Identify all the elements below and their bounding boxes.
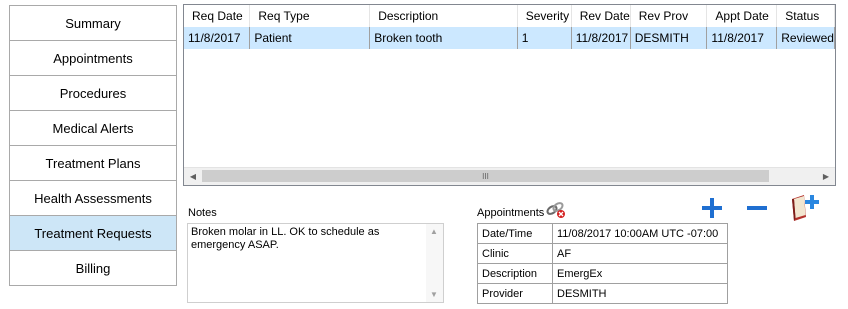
treatment-requests-grid[interactable]: Req Date Req Type Description Severity R… [183, 4, 836, 186]
appointment-row-clinic: Clinic AF [477, 243, 728, 264]
column-header-status[interactable]: Status [776, 5, 835, 27]
nav-item-billing[interactable]: Billing [9, 250, 177, 286]
scroll-down-icon[interactable]: ▼ [430, 290, 438, 299]
cell-appt-date: 11/8/2017 [706, 27, 778, 49]
notes-label: Notes [188, 207, 217, 219]
nav-item-treatment-requests[interactable]: Treatment Requests [9, 215, 177, 251]
column-header-rev-date[interactable]: Rev Date [571, 5, 631, 27]
scrollbar-grip: III [482, 171, 489, 181]
cell-rev-prov: DESMITH [630, 27, 708, 49]
add-request-button[interactable] [700, 196, 724, 220]
nav-item-medical-alerts[interactable]: Medical Alerts [9, 110, 177, 146]
appointment-row-description: Description EmergEx [477, 263, 728, 284]
notes-textarea[interactable]: Broken molar in LL. OK to schedule as em… [187, 223, 444, 303]
field-value: EmergEx [552, 263, 728, 284]
nav-item-treatment-plans[interactable]: Treatment Plans [9, 145, 177, 181]
appointment-row-provider: Provider DESMITH [477, 283, 728, 304]
section-nav: Summary Appointments Procedures Medical … [9, 5, 177, 286]
column-header-appt-date[interactable]: Appt Date [706, 5, 778, 27]
field-label: Clinic [477, 243, 553, 264]
grid-header: Req Date Req Type Description Severity R… [184, 5, 835, 27]
appointments-label: Appointments [477, 207, 545, 219]
scroll-up-icon[interactable]: ▲ [430, 227, 438, 236]
field-label: Date/Time [477, 223, 553, 244]
column-header-rev-prov[interactable]: Rev Prov [630, 5, 708, 27]
scroll-left-icon[interactable]: ◀ [187, 170, 199, 182]
scroll-right-icon[interactable]: ▶ [820, 170, 832, 182]
field-value: 11/08/2017 10:00AM UTC -07:00 [552, 223, 728, 244]
field-value: DESMITH [552, 283, 728, 304]
nav-item-health-assessments[interactable]: Health Assessments [9, 180, 177, 216]
nav-item-appointments[interactable]: Appointments [9, 40, 177, 76]
column-header-req-date[interactable]: Req Date [184, 5, 251, 27]
cell-rev-date: 11/8/2017 [571, 27, 631, 49]
cell-req-type: Patient [249, 27, 371, 49]
appointment-details: Date/Time 11/08/2017 10:00AM UTC -07:00 … [477, 223, 728, 304]
notes-scrollbar[interactable]: ▲ ▼ [426, 224, 443, 302]
cell-req-date: 11/8/2017 [184, 27, 251, 49]
field-value: AF [552, 243, 728, 264]
column-header-severity[interactable]: Severity [517, 5, 572, 27]
notes-text: Broken molar in LL. OK to schedule as em… [191, 226, 380, 251]
column-header-req-type[interactable]: Req Type [249, 5, 371, 27]
cell-description: Broken tooth [369, 27, 518, 49]
appointment-row-datetime: Date/Time 11/08/2017 10:00AM UTC -07:00 [477, 223, 728, 244]
table-row[interactable]: 11/8/2017 Patient Broken tooth 1 11/8/20… [184, 27, 835, 49]
field-label: Description [477, 263, 553, 284]
nav-item-procedures[interactable]: Procedures [9, 75, 177, 111]
horizontal-scrollbar[interactable]: ◀ III ▶ [184, 167, 835, 185]
unlink-chain-icon[interactable] [545, 201, 567, 219]
nav-item-summary[interactable]: Summary [9, 5, 177, 41]
cell-severity: 1 [517, 27, 572, 49]
scrollbar-thumb[interactable]: III [202, 170, 769, 182]
column-header-description[interactable]: Description [369, 5, 518, 27]
remove-request-button[interactable] [745, 196, 769, 220]
field-label: Provider [477, 283, 553, 304]
book-add-icon[interactable] [788, 191, 820, 223]
cell-status: Reviewed [776, 27, 835, 49]
